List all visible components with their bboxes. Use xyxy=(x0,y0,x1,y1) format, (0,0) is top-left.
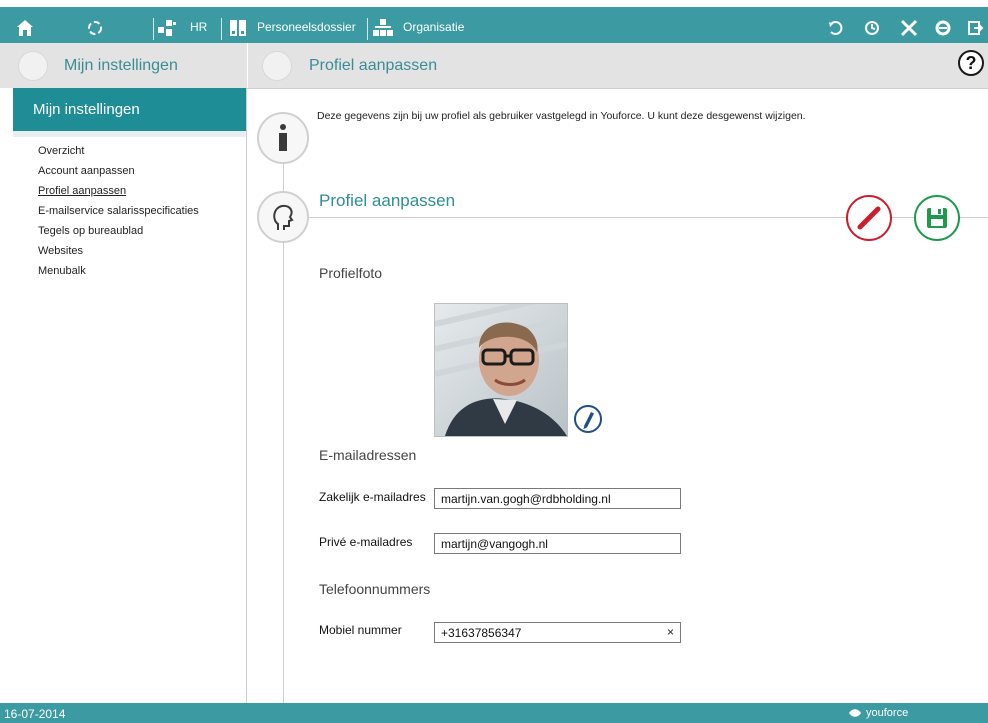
refresh-circle-icon[interactable] xyxy=(84,16,106,40)
sidebar: Mijn instellingen Overzicht Account aanp… xyxy=(0,88,247,703)
settings-ghost-icon xyxy=(18,51,48,81)
profile-head-icon xyxy=(257,191,309,243)
sidebar-menu: Overzicht Account aanpassen Profiel aanp… xyxy=(38,143,199,283)
business-email-value: martijn.van.gogh@rdbholding.nl xyxy=(441,492,611,506)
personeelsdossier-link[interactable]: Personeelsdossier xyxy=(257,20,356,34)
save-button[interactable] xyxy=(914,195,960,241)
hr-icon[interactable] xyxy=(157,16,177,40)
home-icon[interactable] xyxy=(14,16,36,40)
logout-icon[interactable] xyxy=(966,16,984,40)
clear-input-icon[interactable]: × xyxy=(667,625,674,639)
breadcrumb-bar: Mijn instellingen Profiel aanpassen xyxy=(0,43,988,89)
settings-icon[interactable] xyxy=(934,16,952,40)
history-icon[interactable] xyxy=(863,16,881,40)
organisation-icon[interactable] xyxy=(372,16,394,40)
sidebar-item-overzicht[interactable]: Overzicht xyxy=(38,143,199,163)
cancel-button[interactable] xyxy=(846,195,892,241)
cancel-slash-icon xyxy=(857,206,881,230)
section-title: Mijn instellingen xyxy=(64,57,178,74)
organisatie-link[interactable]: Organisatie xyxy=(403,20,464,34)
sidebar-item-tegels[interactable]: Tegels op bureaublad xyxy=(38,223,199,243)
mobile-label: Mobiel nummer xyxy=(319,623,402,637)
hr-link[interactable]: HR xyxy=(190,20,207,34)
info-text: Deze gegevens zijn bij uw profiel als ge… xyxy=(317,110,806,122)
business-email-label: Zakelijk e-mailadres xyxy=(319,490,426,504)
separator xyxy=(153,18,154,40)
private-email-value: martijn@vangogh.nl xyxy=(441,537,548,551)
private-email-label: Privé e-mailadres xyxy=(319,535,413,549)
info-icon xyxy=(257,112,309,164)
top-navigation-bar: HR Personeelsdossier Organisatie xyxy=(0,0,988,43)
separator xyxy=(221,18,222,40)
profile-photo xyxy=(434,303,568,437)
footer-date: 16-07-2014 xyxy=(4,707,66,721)
breadcrumb-section: Mijn instellingen xyxy=(0,43,248,88)
section-title-profiel: Profiel aanpassen xyxy=(319,191,456,210)
sidebar-item-websites[interactable]: Websites xyxy=(38,243,199,263)
sidebar-item-emailservice[interactable]: E-mailservice salarisspecificaties xyxy=(38,203,199,223)
youforce-logo-icon xyxy=(849,709,861,717)
email-heading: E-mailadressen xyxy=(319,447,417,463)
footer-bar: 16-07-2014 youforce xyxy=(0,703,988,723)
photo-heading: Profielfoto xyxy=(319,265,383,281)
separator xyxy=(367,18,368,40)
profile-ghost-icon xyxy=(262,51,292,81)
sidebar-item-menubalk[interactable]: Menubalk xyxy=(38,263,199,283)
edit-photo-button[interactable] xyxy=(573,404,603,434)
business-email-input[interactable]: martijn.van.gogh@rdbholding.nl xyxy=(434,488,681,509)
footer-brand: youforce xyxy=(866,707,909,719)
mobile-value: +31637856347 xyxy=(441,626,522,640)
mobile-input[interactable]: +31637856347 × xyxy=(434,622,681,643)
page-title: Profiel aanpassen xyxy=(309,57,438,74)
undo-icon[interactable] xyxy=(826,16,844,40)
youforce-logo: youforce xyxy=(848,707,908,719)
save-disk-icon xyxy=(927,208,947,228)
sidebar-item-account-aanpassen[interactable]: Account aanpassen xyxy=(38,163,199,183)
pencil-icon xyxy=(574,405,602,433)
private-email-input[interactable]: martijn@vangogh.nl xyxy=(434,533,681,554)
dossier-icon[interactable] xyxy=(228,16,248,40)
sidebar-item-profiel-aanpassen[interactable]: Profiel aanpassen xyxy=(38,183,199,203)
phone-heading: Telefoonnummers xyxy=(319,581,431,597)
tools-icon[interactable] xyxy=(899,16,919,40)
sidebar-header: Mijn instellingen xyxy=(13,88,246,137)
help-button[interactable]: ? xyxy=(958,50,984,76)
